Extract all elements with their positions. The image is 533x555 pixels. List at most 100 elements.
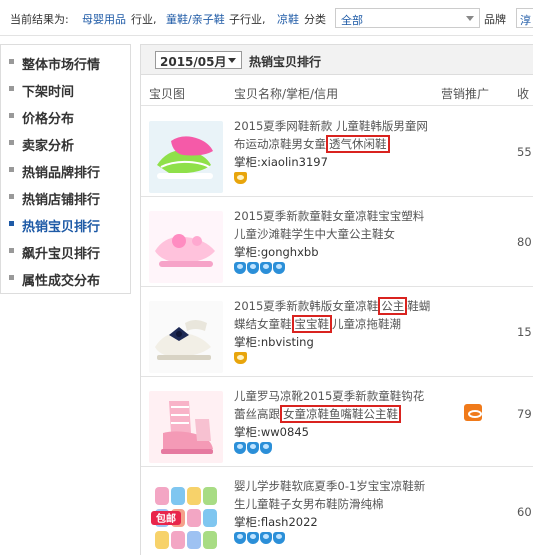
sidebar-nav: 整体市场行情 下架时间 价格分布 卖家分析 热销品牌排行 热销店铺排行 热销宝贝… [0, 44, 131, 294]
product-thumbnail[interactable] [149, 121, 223, 193]
filter-subindustry-suffix: 子行业, [229, 13, 266, 26]
seller-label: 掌柜: [234, 515, 261, 529]
category-select-value: 全部 [341, 14, 363, 27]
credit-badges [234, 442, 273, 456]
filter-category-link[interactable]: 凉鞋 [277, 11, 299, 27]
filter-category-suffix: 分类 [304, 13, 326, 26]
column-header-name: 宝贝名称/掌柜/信用 [234, 87, 339, 101]
highlighted-keyword: 女童凉鞋鱼嘴鞋公主鞋 [280, 405, 401, 423]
brand-select[interactable]: 淳 [516, 8, 533, 28]
bullet-square-icon [9, 275, 14, 280]
sidebar-item-attribute-distribution[interactable]: 属性成交分布 [1, 264, 130, 291]
sidebar-item-label: 下架时间 [22, 85, 75, 100]
seller-info[interactable]: 掌柜:ww0845 [234, 424, 309, 440]
product-title-link[interactable]: 2015夏季新款童鞋女童凉鞋宝宝塑料儿童沙滩鞋学生中大童公主鞋女 [234, 207, 434, 243]
sidebar-item-brand-ranking[interactable]: 热销品牌排行 [1, 156, 130, 183]
product-thumbnail[interactable]: 包邮 [149, 481, 223, 553]
product-title-link[interactable]: 2015夏季新款韩版女童凉鞋 公主 鞋蝴蝶结女童鞋 宝宝鞋 儿童凉拖鞋潮 [234, 297, 434, 333]
seller-label: 掌柜: [234, 335, 261, 349]
diamond-icon [260, 442, 272, 454]
product-thumbnail[interactable] [149, 301, 223, 373]
diamond-icon [234, 262, 246, 274]
diamond-icon [247, 442, 259, 454]
product-title-text: 2015夏季新款童鞋女童凉鞋宝宝塑料儿童沙滩鞋学生中大童公主鞋女 [234, 209, 425, 241]
sales-value: 60 [517, 505, 532, 519]
bullet-square-icon [9, 248, 14, 253]
column-header-promo: 营销推广 [441, 87, 490, 101]
seller-label: 掌柜: [234, 425, 261, 439]
sales-value: 80 [517, 235, 532, 249]
seller-name: flash2022 [260, 515, 318, 529]
sidebar-item-label: 飙升宝贝排行 [22, 247, 101, 262]
product-thumbnail[interactable] [149, 211, 223, 283]
sales-value: 79 [517, 407, 532, 421]
month-select[interactable]: 2015/05月 [155, 51, 242, 69]
bullet-square-icon [9, 221, 14, 226]
diamond-icon [247, 262, 259, 274]
sales-value: 55 [517, 145, 532, 159]
chevron-down-icon [466, 16, 474, 21]
table-row: 儿童罗马凉靴2015夏季新款童鞋钩花蕾丝高跟 女童凉鞋鱼嘴鞋公主鞋 掌柜:ww08… [141, 377, 533, 467]
sidebar-item-rising-ranking[interactable]: 飙升宝贝排行 [1, 237, 130, 264]
seller-info[interactable]: 掌柜:gonghxbb [234, 244, 319, 260]
diamond-icon [273, 532, 285, 544]
sales-value: 15 [517, 325, 532, 339]
seller-label: 掌柜: [234, 245, 261, 259]
seller-name: gonghxbb [260, 245, 319, 259]
free-shipping-label: 包邮 [156, 512, 176, 525]
diamond-icon [273, 262, 285, 274]
filter-subindustry-link[interactable]: 童鞋/亲子鞋 [166, 11, 225, 27]
brand-label: 品牌 [484, 13, 506, 26]
sidebar-item-price-distribution[interactable]: 价格分布 [1, 102, 130, 129]
category-select[interactable]: 全部 [335, 8, 480, 28]
column-header-sales: 收 [517, 87, 530, 101]
sidebar-item-seller-analysis[interactable]: 卖家分析 [1, 129, 130, 156]
bullet-square-icon [9, 140, 14, 145]
sidebar-item-delist-time[interactable]: 下架时间 [1, 75, 130, 102]
diamond-icon [260, 262, 272, 274]
crown-icon [234, 172, 247, 184]
credit-badges [234, 262, 286, 276]
sidebar-item-label: 热销品牌排行 [22, 166, 101, 181]
sidebar-item-label: 属性成交分布 [22, 274, 101, 289]
column-header-image: 宝贝图 [149, 87, 186, 101]
sidebar-item-market-overview[interactable]: 整体市场行情 [1, 48, 130, 75]
month-select-value: 2015/05月 [160, 55, 227, 69]
filter-bar: 当前结果为: 母婴用品 行业, 童鞋/亲子鞋 子行业, 凉鞋 分类 全部 品牌 … [0, 0, 533, 36]
seller-info[interactable]: 掌柜:nbvisting [234, 334, 314, 350]
bullet-square-icon [9, 59, 14, 64]
product-thumbnail[interactable] [149, 391, 223, 463]
table-row: 2015夏季新款童鞋女童凉鞋宝宝塑料儿童沙滩鞋学生中大童公主鞋女 掌柜:gong… [141, 197, 533, 287]
product-title-link[interactable]: 儿童罗马凉靴2015夏季新款童鞋钩花蕾丝高跟 女童凉鞋鱼嘴鞋公主鞋 [234, 387, 434, 423]
seller-name: xiaolin3197 [260, 155, 328, 169]
bullet-square-icon [9, 194, 14, 199]
product-title-link[interactable]: 2015夏季网鞋新款 儿童鞋韩版男童网布运动凉鞋男女童 透气休闲鞋 [234, 117, 434, 153]
promotion-icon[interactable] [464, 404, 482, 421]
seller-name: nbvisting [260, 335, 314, 349]
sidebar-item-label: 整体市场行情 [22, 58, 101, 73]
product-title-text: 2015夏季新款韩版女童凉鞋 [234, 299, 379, 313]
panel-title: 热销宝贝排行 [249, 55, 322, 69]
product-title-text: 儿童凉拖鞋潮 [332, 317, 401, 331]
seller-name: ww0845 [260, 425, 309, 439]
diamond-icon [234, 532, 246, 544]
crown-icon [234, 352, 247, 364]
sidebar-item-label: 卖家分析 [22, 139, 75, 154]
product-title-text: 婴儿学步鞋软底夏季0-1岁宝宝凉鞋新生儿童鞋子女男布鞋防滑纯棉 [234, 479, 426, 511]
sidebar-item-item-ranking[interactable]: 热销宝贝排行 [1, 210, 130, 237]
seller-info[interactable]: 掌柜:xiaolin3197 [234, 154, 328, 170]
sidebar-item-shop-ranking[interactable]: 热销店铺排行 [1, 183, 130, 210]
table-row: 包邮 婴儿学步鞋软底夏季0-1岁宝宝凉鞋新生儿童鞋子女男布鞋防滑纯棉 掌柜:fl… [141, 467, 533, 555]
sidebar-item-label: 热销宝贝排行 [22, 220, 101, 235]
credit-badges [234, 352, 248, 366]
brand-select-value: 淳 [520, 14, 531, 27]
diamond-icon [247, 532, 259, 544]
bullet-square-icon [9, 86, 14, 91]
highlighted-keyword: 公主 [378, 297, 408, 315]
seller-info[interactable]: 掌柜:flash2022 [234, 514, 318, 530]
highlighted-keyword: 宝宝鞋 [291, 315, 332, 333]
diamond-icon [234, 442, 246, 454]
product-title-link[interactable]: 婴儿学步鞋软底夏季0-1岁宝宝凉鞋新生儿童鞋子女男布鞋防滑纯棉 [234, 477, 434, 513]
filter-industry-link[interactable]: 母婴用品 [82, 11, 126, 27]
highlighted-keyword: 透气休闲鞋 [326, 135, 390, 153]
